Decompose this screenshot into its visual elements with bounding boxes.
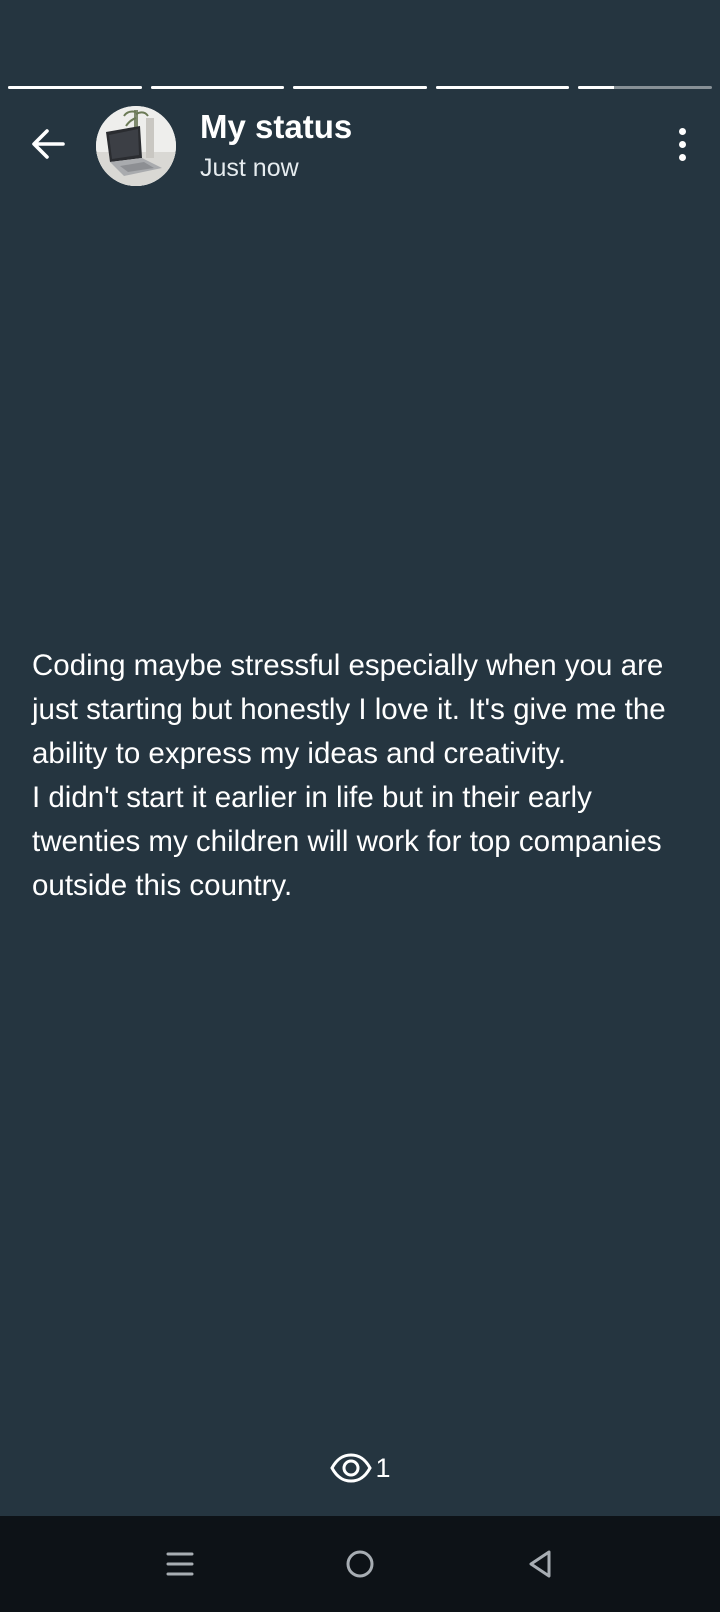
- more-vertical-icon: [678, 127, 686, 135]
- views-indicator[interactable]: 1: [0, 1448, 720, 1488]
- more-options-button[interactable]: [668, 118, 696, 170]
- status-progress-bar: [8, 86, 712, 90]
- recents-button[interactable]: [156, 1540, 204, 1588]
- status-text: Coding maybe stressful especially when y…: [32, 644, 692, 908]
- menu-lines-icon: [166, 1552, 194, 1576]
- avatar[interactable]: [96, 106, 176, 186]
- triangle-back-icon: [529, 1550, 551, 1578]
- home-button[interactable]: [336, 1540, 384, 1588]
- back-button[interactable]: [22, 118, 74, 170]
- status-text-line: Coding maybe stressful especially when y…: [32, 649, 666, 770]
- progress-segment: [435, 86, 570, 89]
- progress-segment: [8, 86, 142, 89]
- views-count: 1: [375, 1452, 391, 1483]
- status-header: My status Just now: [0, 104, 720, 188]
- status-viewer-screen: My status Just now Coding maybe stressfu…: [0, 0, 720, 1612]
- laptop-photo-icon: [96, 106, 176, 186]
- nav-back-button[interactable]: [516, 1540, 564, 1588]
- progress-segment: [293, 86, 427, 89]
- more-vertical-icon-dot: [678, 140, 686, 148]
- eye-icon: [330, 1453, 373, 1483]
- circle-icon: [346, 1550, 374, 1578]
- status-text-line: I didn't start it earlier in life but in…: [32, 781, 662, 902]
- progress-segment-current: [578, 86, 712, 89]
- system-navigation-bar: [0, 1516, 720, 1612]
- arrow-left-icon: [32, 129, 65, 159]
- status-title: My status: [200, 108, 353, 145]
- more-vertical-icon-dot: [678, 153, 686, 161]
- progress-segment: [150, 86, 285, 89]
- status-timestamp: Just now: [200, 154, 299, 182]
